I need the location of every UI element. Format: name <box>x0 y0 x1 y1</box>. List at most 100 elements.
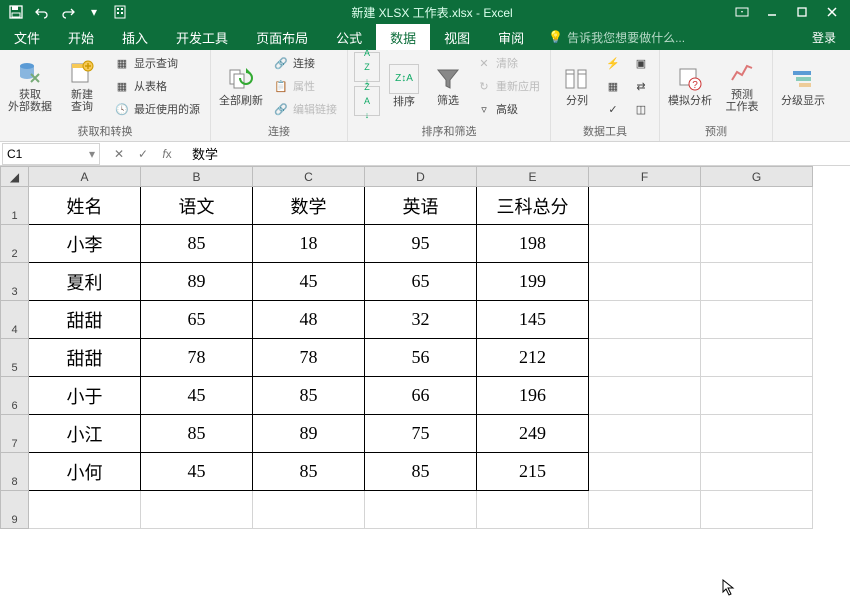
cell[interactable]: 212 <box>477 339 589 377</box>
cell[interactable]: 48 <box>253 301 365 339</box>
cell[interactable]: 65 <box>365 263 477 301</box>
cell[interactable] <box>589 377 701 415</box>
refresh-all-button[interactable]: 全部刷新 <box>217 52 265 120</box>
cell[interactable]: 66 <box>365 377 477 415</box>
select-all-cell[interactable]: ◢ <box>1 167 29 187</box>
cell[interactable]: 85 <box>141 415 253 453</box>
cell[interactable]: 45 <box>141 377 253 415</box>
row-header[interactable]: 3 <box>1 263 29 301</box>
cancel-icon[interactable]: ✕ <box>110 147 128 161</box>
maximize-icon[interactable] <box>788 2 816 22</box>
cell[interactable] <box>365 491 477 529</box>
cell[interactable]: 85 <box>365 453 477 491</box>
sort-asc-button[interactable]: AZ↓ <box>354 52 380 82</box>
col-header[interactable]: E <box>477 167 589 187</box>
cell[interactable] <box>701 377 813 415</box>
cell[interactable]: 89 <box>141 263 253 301</box>
cell[interactable]: 45 <box>141 453 253 491</box>
cell[interactable] <box>701 187 813 225</box>
tab-file[interactable]: 文件 <box>0 24 54 50</box>
cell[interactable]: 小于 <box>29 377 141 415</box>
row-header[interactable]: 4 <box>1 301 29 339</box>
cell[interactable]: 18 <box>253 225 365 263</box>
touch-mode-icon[interactable] <box>110 2 130 22</box>
cell[interactable]: 姓名 <box>29 187 141 225</box>
tab-page-layout[interactable]: 页面布局 <box>242 24 322 50</box>
consolidate-button[interactable]: ▣ <box>629 52 653 74</box>
tab-formulas[interactable]: 公式 <box>322 24 376 50</box>
name-box[interactable]: C1 ▾ <box>2 143 100 165</box>
row-header[interactable]: 1 <box>1 187 29 225</box>
properties-button[interactable]: 📋属性 <box>269 75 341 97</box>
cell[interactable] <box>29 491 141 529</box>
column-headers[interactable]: ◢ A B C D E F G <box>1 167 813 187</box>
cell[interactable] <box>589 225 701 263</box>
new-query-button[interactable]: 新建 查询 <box>58 52 106 120</box>
cell[interactable] <box>589 415 701 453</box>
cell[interactable]: 89 <box>253 415 365 453</box>
row-header[interactable]: 2 <box>1 225 29 263</box>
from-table-button[interactable]: ▦从表格 <box>110 75 204 97</box>
cell[interactable]: 32 <box>365 301 477 339</box>
cell[interactable]: 56 <box>365 339 477 377</box>
cell[interactable]: 199 <box>477 263 589 301</box>
cell[interactable]: 甜甜 <box>29 301 141 339</box>
save-icon[interactable] <box>6 2 26 22</box>
cell[interactable] <box>701 225 813 263</box>
cell[interactable] <box>701 415 813 453</box>
cell[interactable]: 95 <box>365 225 477 263</box>
cell[interactable]: 215 <box>477 453 589 491</box>
cell[interactable] <box>589 301 701 339</box>
cell[interactable] <box>701 491 813 529</box>
cell[interactable]: 196 <box>477 377 589 415</box>
what-if-button[interactable]: ? 模拟分析 <box>666 52 714 120</box>
minimize-icon[interactable] <box>758 2 786 22</box>
customize-icon[interactable]: ▾ <box>84 2 104 22</box>
grid-table[interactable]: ◢ A B C D E F G 1 姓名 语文 数学 英语 三科总分 2 小李8… <box>0 166 813 529</box>
row-header[interactable]: 5 <box>1 339 29 377</box>
cell[interactable] <box>701 263 813 301</box>
cell[interactable] <box>589 187 701 225</box>
cell[interactable] <box>589 491 701 529</box>
cell[interactable] <box>589 339 701 377</box>
data-validation-button[interactable]: ✓ <box>601 98 625 120</box>
redo-icon[interactable] <box>58 2 78 22</box>
tab-insert[interactable]: 插入 <box>108 24 162 50</box>
cell[interactable]: 85 <box>141 225 253 263</box>
cell[interactable]: 145 <box>477 301 589 339</box>
cell[interactable]: 小江 <box>29 415 141 453</box>
col-header[interactable]: G <box>701 167 813 187</box>
clear-filter-button[interactable]: ✕清除 <box>472 52 544 74</box>
tell-me-box[interactable]: 💡告诉我您想要做什么... <box>538 24 798 50</box>
cell[interactable]: 夏利 <box>29 263 141 301</box>
cell[interactable]: 45 <box>253 263 365 301</box>
cell[interactable]: 小李 <box>29 225 141 263</box>
row-header[interactable]: 7 <box>1 415 29 453</box>
remove-dup-button[interactable]: ▦ <box>601 75 625 97</box>
cell[interactable]: 65 <box>141 301 253 339</box>
text-to-columns-button[interactable]: 分列 <box>557 52 597 120</box>
cell[interactable]: 85 <box>253 377 365 415</box>
cell[interactable]: 英语 <box>365 187 477 225</box>
connections-button[interactable]: 🔗连接 <box>269 52 341 74</box>
chevron-down-icon[interactable]: ▾ <box>89 147 95 161</box>
cell[interactable]: 语文 <box>141 187 253 225</box>
cell[interactable] <box>701 339 813 377</box>
cell[interactable]: 甜甜 <box>29 339 141 377</box>
cell[interactable]: 78 <box>253 339 365 377</box>
cell[interactable] <box>701 453 813 491</box>
cell[interactable] <box>253 491 365 529</box>
forecast-sheet-button[interactable]: 预测 工作表 <box>718 52 766 120</box>
cell[interactable]: 198 <box>477 225 589 263</box>
cell[interactable]: 249 <box>477 415 589 453</box>
formula-input[interactable]: 数学 <box>184 144 850 163</box>
col-header[interactable]: A <box>29 167 141 187</box>
cell[interactable] <box>589 263 701 301</box>
col-header[interactable]: D <box>365 167 477 187</box>
cell[interactable]: 78 <box>141 339 253 377</box>
col-header[interactable]: B <box>141 167 253 187</box>
get-external-data-button[interactable]: 获取 外部数据 <box>6 52 54 120</box>
ribbon-options-icon[interactable] <box>728 2 756 22</box>
login-button[interactable]: 登录 <box>798 24 850 50</box>
tab-view[interactable]: 视图 <box>430 24 484 50</box>
